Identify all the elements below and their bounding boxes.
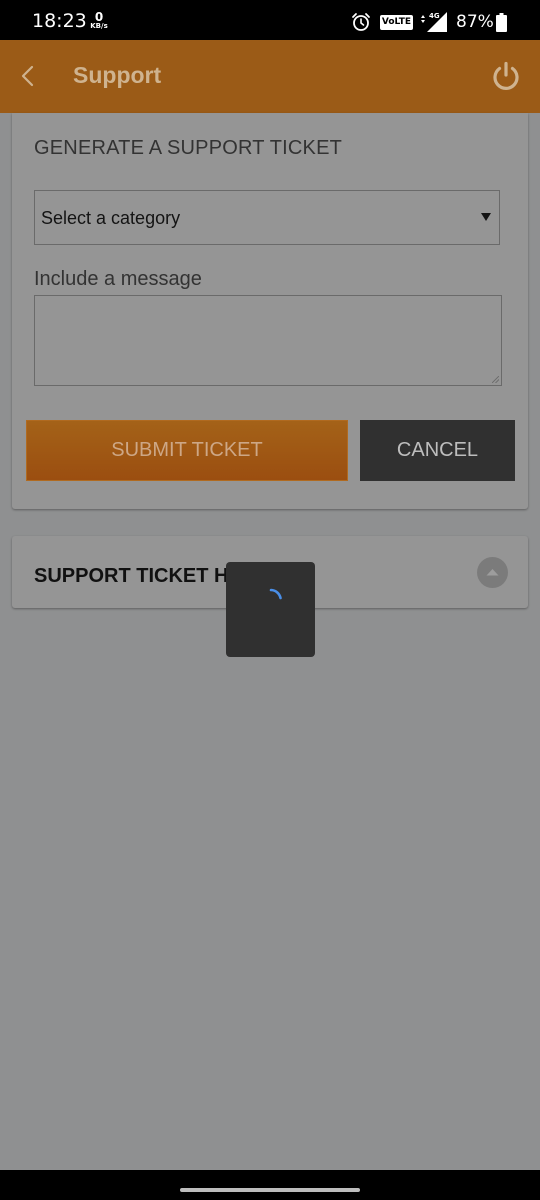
- generate-ticket-heading: GENERATE A SUPPORT TICKET: [34, 137, 343, 159]
- page-title: Support: [73, 62, 162, 88]
- app-bar: Support: [0, 40, 540, 113]
- network-type-label: 4G: [429, 12, 440, 20]
- home-indicator[interactable]: [180, 1188, 360, 1192]
- submit-ticket-button[interactable]: SUBMIT TICKET: [26, 420, 348, 481]
- volte-badge: VoLTE: [380, 15, 413, 30]
- cancel-button[interactable]: CANCEL: [360, 420, 515, 481]
- back-arrow-icon[interactable]: [14, 62, 42, 90]
- generate-ticket-card: GENERATE A SUPPORT TICKET Select a categ…: [12, 113, 528, 509]
- status-time: 18:23: [32, 10, 87, 32]
- category-select-value: Select a category: [41, 208, 181, 228]
- expand-up-icon[interactable]: [477, 557, 508, 588]
- alarm-icon: [352, 13, 370, 31]
- message-textarea[interactable]: [34, 295, 502, 386]
- signal-icon: 4G: [421, 12, 447, 32]
- message-label: Include a message: [34, 268, 202, 290]
- loading-spinner-icon: [269, 588, 282, 600]
- network-speed: 0 KB/s: [88, 11, 110, 30]
- power-icon[interactable]: [490, 60, 522, 92]
- category-select[interactable]: Select a category: [34, 190, 500, 245]
- status-bar: 18:23 0 KB/s VoLTE 4G 87%: [0, 0, 540, 40]
- battery-percent: 87%: [456, 12, 494, 32]
- resize-grip-icon[interactable]: [492, 376, 499, 383]
- dropdown-triangle-icon: [481, 213, 491, 221]
- network-speed-unit: KB/s: [90, 22, 108, 30]
- battery-icon: [496, 13, 507, 32]
- loading-dialog: [226, 562, 315, 657]
- navigation-bar: [0, 1170, 540, 1200]
